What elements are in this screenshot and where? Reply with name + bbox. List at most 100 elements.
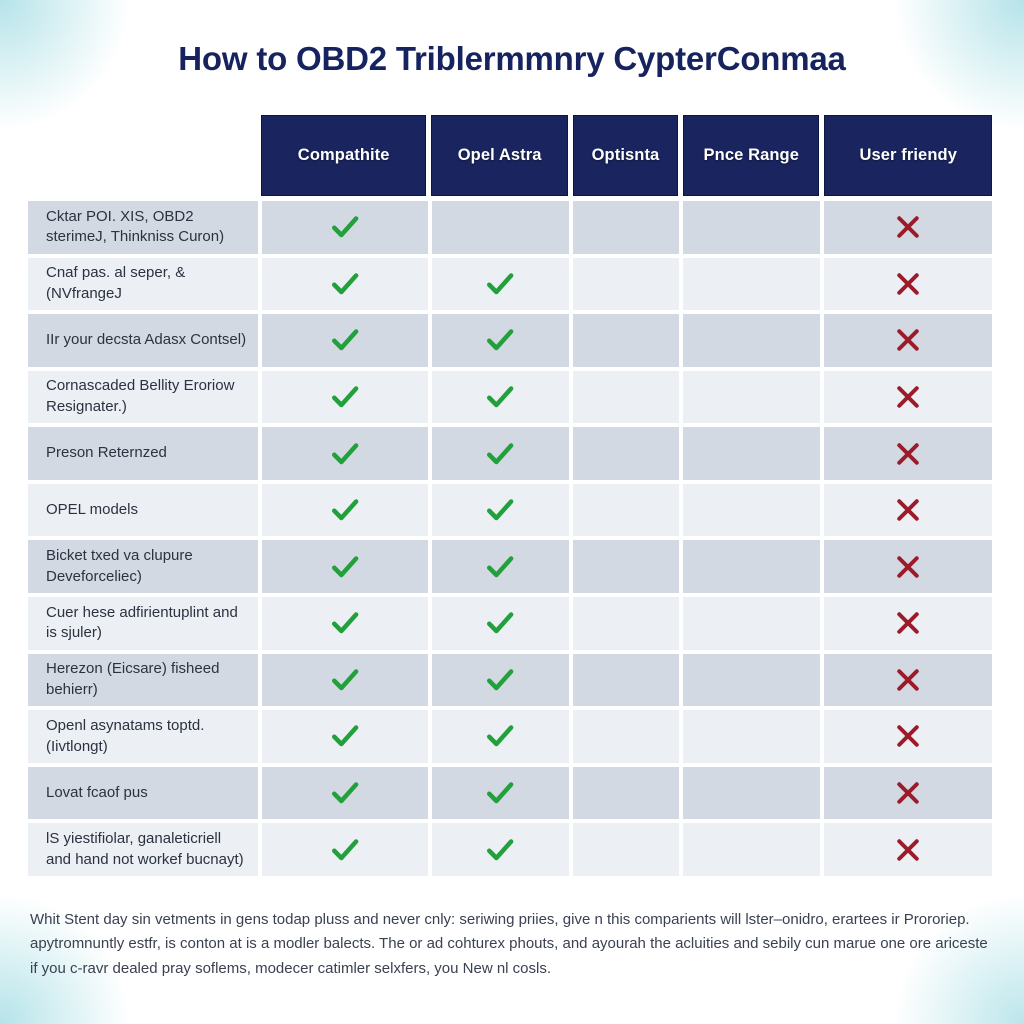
cross-icon	[897, 725, 919, 748]
cell-check-compathite	[261, 314, 428, 367]
cell-cross-user_friendy	[823, 370, 993, 424]
cross-icon	[897, 386, 919, 408]
cell-empty-price_range	[682, 710, 820, 763]
cell-empty-optisnta	[572, 370, 679, 424]
cell-check-opel_astra	[431, 653, 569, 707]
cell-cross-user_friendy	[823, 257, 993, 311]
column-header-price_range[interactable]: Pnce Range	[683, 115, 820, 196]
row-label: Bicket txed va clupure Deveforceliec)	[28, 540, 258, 594]
check-icon	[331, 499, 359, 521]
table-row: Cornascaded Bellity Eroriow Resignater.)	[28, 370, 993, 424]
footer-note: Whit Stent day sin vetments in gens toda…	[30, 911, 988, 977]
cell-empty-optisnta	[572, 257, 679, 311]
table-row: OPEL models	[28, 483, 993, 537]
cell-check-compathite	[261, 201, 428, 254]
cell-cross-user_friendy	[823, 427, 993, 480]
row-label: lS yiestifiolar, ganaleticriell and hand…	[28, 823, 258, 876]
check-icon	[487, 612, 514, 634]
cell-check-opel_astra	[431, 597, 569, 650]
table-row: Cnaf pas. al seper, & (NVfrangeJ	[28, 257, 993, 311]
table-row: Cuer hese adfirientuplint and is sjuler)	[28, 597, 993, 650]
cell-check-opel_astra	[431, 314, 569, 367]
comparison-sheet: How to OBD2 Triblermmnry CypterConmaa Co…	[0, 0, 1024, 1024]
cross-icon	[897, 442, 919, 465]
column-header-user_friendy[interactable]: User friendy	[824, 115, 993, 196]
check-icon	[487, 442, 514, 464]
cross-icon	[897, 782, 919, 804]
table-row: Openl asynatams toptd. (Iivtlongt)	[28, 710, 993, 763]
table-row: Cktar POI. XIS, OBD2 sterimeJ, Thinkniss…	[28, 201, 993, 254]
cell-check-compathite	[261, 597, 428, 650]
cell-cross-user_friendy	[823, 314, 993, 367]
cross-icon	[897, 669, 919, 691]
cell-check-compathite	[261, 710, 428, 763]
cell-cross-user_friendy	[823, 540, 993, 594]
cell-check-compathite	[261, 540, 428, 594]
check-icon	[331, 838, 359, 860]
check-icon	[487, 782, 514, 804]
cell-check-opel_astra	[431, 483, 569, 537]
check-icon	[331, 216, 359, 238]
check-icon	[487, 273, 514, 295]
check-icon	[331, 273, 359, 295]
cell-check-opel_astra	[431, 370, 569, 424]
row-label: Herezon (Eicsare) fisheed behierr)	[28, 653, 258, 707]
table-body: Cktar POI. XIS, OBD2 sterimeJ, Thinkniss…	[28, 201, 993, 876]
table-row: Preson Reternzed	[28, 427, 993, 480]
table-row: IIr your decsta Adasx Contsel)	[28, 314, 993, 367]
cross-icon	[897, 556, 919, 578]
column-header-optisnta[interactable]: Optisnta	[572, 115, 679, 196]
check-icon	[331, 386, 359, 408]
table-row: lS yiestifiolar, ganaleticriell and hand…	[28, 823, 993, 876]
cross-icon	[897, 499, 919, 521]
cell-check-opel_astra	[431, 427, 569, 480]
cross-icon	[897, 329, 919, 352]
cell-check-opel_astra	[431, 540, 569, 594]
check-icon	[331, 725, 359, 747]
cell-check-compathite	[261, 257, 428, 311]
cell-empty-optisnta	[572, 427, 679, 480]
check-icon	[331, 442, 359, 464]
cell-empty-price_range	[682, 201, 820, 254]
table-row: Bicket txed va clupure Deveforceliec)	[28, 540, 993, 594]
check-icon	[331, 329, 359, 351]
cell-cross-user_friendy	[823, 710, 993, 763]
cell-empty-optisnta	[572, 483, 679, 537]
page-title: How to OBD2 Triblermmnry CypterConmaa	[178, 40, 846, 77]
check-icon	[487, 329, 514, 351]
check-icon	[487, 669, 514, 691]
row-label: Preson Reternzed	[28, 427, 258, 480]
cell-check-compathite	[261, 766, 428, 820]
cell-empty-optisnta	[572, 201, 679, 254]
cell-empty-price_range	[682, 483, 820, 537]
row-label: Cktar POI. XIS, OBD2 sterimeJ, Thinkniss…	[28, 201, 258, 254]
cell-check-compathite	[261, 370, 428, 424]
cell-empty-optisnta	[572, 710, 679, 763]
cross-icon	[897, 216, 919, 239]
row-label: OPEL models	[28, 483, 258, 537]
cell-check-compathite	[261, 823, 428, 876]
cell-empty-optisnta	[572, 823, 679, 876]
cell-check-opel_astra	[431, 257, 569, 311]
cell-empty-price_range	[682, 370, 820, 424]
cross-icon	[897, 273, 919, 295]
cell-empty-price_range	[682, 597, 820, 650]
cell-empty-optisnta	[572, 653, 679, 707]
check-icon	[331, 782, 359, 804]
check-icon	[487, 499, 514, 521]
cell-check-compathite	[261, 653, 428, 707]
cell-check-compathite	[261, 427, 428, 480]
cell-check-compathite	[261, 483, 428, 537]
cell-check-opel_astra	[431, 823, 569, 876]
check-icon	[331, 612, 359, 634]
cell-empty-price_range	[682, 653, 820, 707]
column-header-opel_astra[interactable]: Opel Astra	[431, 115, 568, 196]
cell-check-opel_astra	[431, 766, 569, 820]
column-header-compathite[interactable]: Compathite	[260, 115, 427, 196]
cell-empty-price_range	[682, 766, 820, 820]
cell-check-opel_astra	[431, 710, 569, 763]
cell-empty-price_range	[682, 540, 820, 594]
cell-empty-optisnta	[572, 766, 679, 820]
cell-cross-user_friendy	[823, 201, 993, 254]
table-header-row: Compathite Opel Astra Optisnta Pnce Range Us…	[28, 115, 993, 196]
